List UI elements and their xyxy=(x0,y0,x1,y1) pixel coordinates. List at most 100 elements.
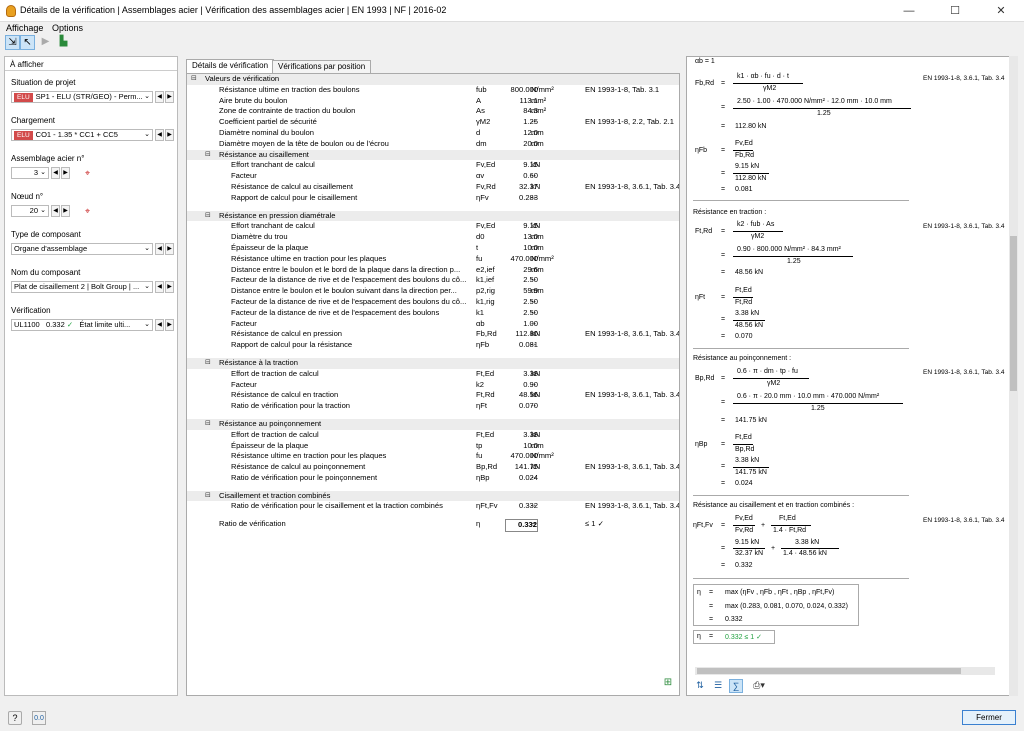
table-row[interactable]: Résistance de calcul en traction Ft,Rd 48.… xyxy=(187,390,679,401)
next-arrow-icon[interactable]: ▶ xyxy=(165,129,174,141)
collapse-icon[interactable]: ⊟ xyxy=(205,150,213,161)
verif-label: Vérification xyxy=(11,306,51,315)
tab-positions[interactable]: Vérifications par position xyxy=(272,60,372,73)
vertical-scrollbar[interactable] xyxy=(1009,56,1018,696)
table-row[interactable]: Distance entre le boulon et le bord de l… xyxy=(187,265,679,276)
section-row[interactable]: ⊟ Résistance au poinçonnement xyxy=(187,418,679,430)
collapse-icon[interactable]: ⊟ xyxy=(205,491,213,502)
table-row[interactable]: Effort tranchant de calcul Fv,Ed 9.15 kN xyxy=(187,160,679,171)
table-row[interactable]: Rapport de calcul pour le cisaillement ηF… xyxy=(187,193,679,204)
assemblage-dropdown[interactable]: 3 ⌄ xyxy=(11,167,49,179)
table-row[interactable]: Facteur k2 0.90 -- xyxy=(187,380,679,391)
collapse-icon[interactable]: ⊟ xyxy=(205,419,213,430)
section-row[interactable]: ⊟ Cisaillement et traction combinés xyxy=(187,490,679,502)
type-dropdown[interactable]: Organe d'assemblage ⌄ xyxy=(11,243,153,255)
situation-dropdown[interactable]: ELU SP1 - ELU (STR/GEO) - Perm... ⌄ xyxy=(11,91,153,103)
export-icon[interactable]: ⊞ xyxy=(661,677,675,691)
menu-options[interactable]: Options xyxy=(52,23,83,33)
nom-dropdown[interactable]: Plat de cisaillement 2 | Bolt Group | ..… xyxy=(11,281,153,293)
prev-arrow-icon[interactable]: ◀ xyxy=(155,281,164,293)
collapse-icon[interactable]: ⊟ xyxy=(205,211,213,222)
maximize-button[interactable]: ☐ xyxy=(932,0,978,22)
next-arrow-icon[interactable]: ▶ xyxy=(165,281,174,293)
pick-node-icon[interactable]: ⌖ xyxy=(81,205,94,218)
table-row[interactable]: Effort tranchant de calcul Fv,Ed 9.15 kN xyxy=(187,221,679,232)
horizontal-scrollbar[interactable] xyxy=(695,667,995,675)
prev-arrow-icon[interactable]: ◀ xyxy=(155,91,164,103)
close-window-button[interactable]: ✕ xyxy=(978,0,1024,22)
table-row[interactable]: Résistance de calcul au cisaillement Fv,R… xyxy=(187,182,679,193)
select-tool-icon[interactable]: ⇲ xyxy=(5,35,20,50)
table-row[interactable]: Facteur de la distance de rive et de l'e… xyxy=(187,308,679,319)
format-icon[interactable]: ⇅ xyxy=(693,679,707,693)
print-icon[interactable]: ⎙▾ xyxy=(747,679,771,693)
chargement-dropdown[interactable]: ELU CO1 - 1.35 * CC1 + CC5 ⌄ xyxy=(11,129,153,141)
scroll-thumb[interactable] xyxy=(1010,236,1017,391)
section-row[interactable]: ⊟ Résistance au cisaillement xyxy=(187,149,679,161)
section-row[interactable]: ⊟ Résistance à la traction xyxy=(187,357,679,369)
table-row[interactable]: Résistance ultime en traction pour les p… xyxy=(187,451,679,462)
table-row[interactable]: Aire brute du boulon A 113.1 mm² xyxy=(187,96,679,107)
fraction-line xyxy=(781,548,839,549)
verif-dropdown[interactable]: UL1100 0.332 ✓ État limite ulti... ⌄ xyxy=(11,319,153,331)
fraction-line xyxy=(733,467,769,468)
table-row[interactable]: Ratio de vérification η 0.332 -- ≤ 1 ✓ xyxy=(187,519,679,533)
fermer-button[interactable]: Fermer xyxy=(962,710,1016,725)
prev-arrow-icon[interactable]: ◀ xyxy=(51,205,60,217)
scroll-thumb[interactable] xyxy=(697,668,961,674)
row-symbol: αb xyxy=(476,318,485,328)
color-scale-icon[interactable]: ▙ xyxy=(56,35,71,50)
section-row[interactable]: ⊟ Résistance en pression diamétrale xyxy=(187,210,679,222)
table-row[interactable]: Facteur αv 0.60 -- xyxy=(187,171,679,182)
menu-affichage[interactable]: Affichage xyxy=(6,23,43,33)
help-icon[interactable]: ? xyxy=(8,711,22,725)
left-panel: À afficher Situation de projet ELU SP1 - … xyxy=(4,56,178,696)
next-arrow-icon[interactable]: ▶ xyxy=(165,91,174,103)
pick-tool-icon[interactable]: ↖ xyxy=(20,35,35,50)
table-row[interactable]: Diamètre du trou d0 13.0 mm xyxy=(187,232,679,243)
table-row[interactable]: Résistance ultime en traction pour les p… xyxy=(187,254,679,265)
formula-icon[interactable]: ∑ xyxy=(729,679,743,693)
next-arrow-icon[interactable]: ▶ xyxy=(165,243,174,255)
list-icon[interactable]: ☰ xyxy=(711,679,725,693)
next-arrow-icon[interactable]: ▶ xyxy=(61,205,70,217)
table-row[interactable]: Diamètre nominal du boulon d 12.0 mm xyxy=(187,128,679,139)
table-row[interactable]: Ratio de vérification pour le cisailleme… xyxy=(187,501,679,512)
row-label: Effort de traction de calcul xyxy=(231,368,319,378)
table-row[interactable]: Facteur de la distance de rive et de l'e… xyxy=(187,297,679,308)
table-row[interactable]: Rapport de calcul pour la résistance ηFb 0… xyxy=(187,340,679,351)
section-row[interactable]: ⊟ Valeurs de vérification xyxy=(187,74,679,85)
next-arrow-icon[interactable]: ▶ xyxy=(61,167,70,179)
table-row[interactable]: Facteur de la distance de rive et de l'e… xyxy=(187,275,679,286)
table-row[interactable]: Résistance ultime en traction des boulon… xyxy=(187,85,679,96)
table-row[interactable]: Zone de contrainte de traction du boulon… xyxy=(187,106,679,117)
etaco-result: 0.332 xyxy=(735,562,753,569)
table-row[interactable]: Épaisseur de la plaque tp 10.0 mm xyxy=(187,441,679,452)
table-row[interactable]: Épaisseur de la plaque t 10.0 mm xyxy=(187,243,679,254)
table-row[interactable]: Facteur αb 1.00 -- xyxy=(187,319,679,330)
table-row[interactable]: Résistance de calcul au poinçonnement Bp,… xyxy=(187,462,679,473)
collapse-icon[interactable]: ⊟ xyxy=(205,358,213,369)
collapse-icon[interactable]: ⊟ xyxy=(191,74,199,85)
prev-arrow-icon[interactable]: ◀ xyxy=(51,167,60,179)
table-row[interactable]: Diamètre moyen de la tête de boulon ou d… xyxy=(187,139,679,150)
filter-icon[interactable]: ▶ xyxy=(38,35,53,50)
table-row[interactable]: Distance entre le boulon et le boulon su… xyxy=(187,286,679,297)
prev-arrow-icon[interactable]: ◀ xyxy=(155,243,164,255)
table-row[interactable]: Ratio de vérification pour le poinçonnem… xyxy=(187,473,679,484)
noeud-dropdown[interactable]: 20 ⌄ xyxy=(11,205,49,217)
prev-arrow-icon[interactable]: ◀ xyxy=(155,129,164,141)
table-row[interactable]: Effort de traction de calcul Ft,Ed 3.38 kN xyxy=(187,369,679,380)
tab-details[interactable]: Détails de vérification xyxy=(186,59,275,74)
table-row[interactable]: Coefficient partiel de sécurité γM2 1.25 --… xyxy=(187,117,679,128)
table-row[interactable]: Effort de traction de calcul Ft,Ed 3.38 kN xyxy=(187,430,679,441)
table-row[interactable]: Ratio de vérification pour la traction ηF… xyxy=(187,401,679,412)
poinconnement-title: Résistance au poinçonnement : xyxy=(693,355,792,362)
minimize-button[interactable]: — xyxy=(886,0,932,22)
table-row[interactable]: Résistance de calcul en pression Fb,Rd 112… xyxy=(187,329,679,340)
pick-member-icon[interactable]: ⌖ xyxy=(81,167,94,180)
units-icon[interactable]: 0.0 xyxy=(32,711,46,725)
next-arrow-icon[interactable]: ▶ xyxy=(165,319,174,331)
prev-arrow-icon[interactable]: ◀ xyxy=(155,319,164,331)
